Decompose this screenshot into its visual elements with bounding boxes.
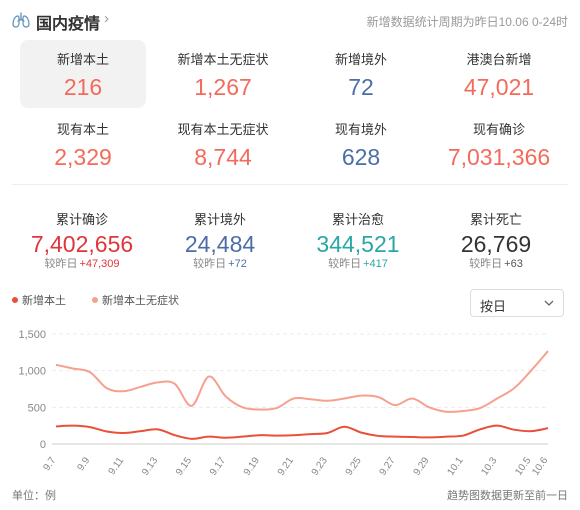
x-tick-label: 10.6 [530,455,550,478]
cumulative-recovered: 累计治愈 344,521 较昨日 +417 [288,212,428,271]
cumulative-deaths: 累计死亡 26,769 较昨日 +63 [426,212,566,271]
update-note: 趋势图数据更新至前一日 [447,490,568,502]
x-tick-label: 10.3 [479,455,499,478]
cumulative-delta: 较昨日 +63 [426,257,566,271]
stat-new-local-asymptomatic[interactable]: 新增本土无症状 1,267 [160,40,286,108]
cumulative-value: 7,402,656 [30,231,134,257]
x-tick-label: 9.9 [75,455,92,473]
x-tick-label: 9.17 [208,455,228,478]
statistics-period: 新增数据统计周期为昨日10.06 0-24时 [366,15,568,29]
delta-value: +63 [504,258,523,270]
legend-dot [12,297,18,304]
legend-label: 新增本土无症状 [102,295,179,307]
section-title: 国内疫情 [36,16,101,33]
y-tick-label: 1,000 [18,366,46,378]
x-tick-label: 9.23 [310,455,330,478]
cumulative-value: 24,484 [184,231,256,257]
delta-label: 较昨日 [44,258,78,270]
stat-value: 8,744 [194,144,252,170]
legend-item-new-asymptomatic[interactable]: 新增本土无症状 [92,292,179,308]
stat-current-confirmed[interactable]: 现有确诊 7,031,366 [436,110,562,178]
stat-label: 新增境外 [334,52,387,67]
y-tick-label: 1,500 [18,329,46,341]
stat-value: 1,267 [194,74,252,100]
series-line-new-local [55,424,549,440]
cumulative-label: 累计境外 [193,212,246,227]
stat-label: 新增本土无症状 [177,52,269,67]
stat-new-local[interactable]: 新增本土 216 [20,40,146,108]
delta-value: +417 [363,258,388,270]
lungs-icon [12,12,30,28]
x-tick-label: 9.27 [378,455,398,478]
cumulative-delta: 较昨日 +417 [288,257,428,271]
stat-label: 现有本土 [56,122,109,137]
cumulative-imported: 累计境外 24,484 较昨日 +72 [150,212,290,271]
cumulative-value: 344,521 [316,231,400,257]
stat-label: 港澳台新增 [466,52,532,67]
stat-current-local-asymptomatic[interactable]: 现有本土无症状 8,744 [160,110,286,178]
series-line-new-asymptomatic [55,350,549,413]
x-tick-label: 10.1 [445,455,465,478]
stat-label: 新增本土 [56,52,109,67]
x-tick-label: 9.19 [242,455,262,478]
y-tick-label: 0 [40,439,46,451]
legend-dot [92,297,98,304]
cumulative-delta: 较昨日 +72 [150,257,290,271]
x-tick-label: 9.7 [41,455,58,473]
delta-label: 较昨日 [328,258,362,270]
x-tick-label: 9.25 [344,455,364,478]
x-tick-label: 9.21 [276,455,296,478]
period-select[interactable]: 按日 [470,289,564,317]
divider [12,184,568,185]
stat-value: 7,031,366 [447,144,551,170]
stat-current-imported[interactable]: 现有境外 628 [298,110,424,178]
cumulative-confirmed: 累计确诊 7,402,656 较昨日 +47,309 [12,212,152,271]
stat-label: 现有境外 [334,122,387,137]
cumulative-label: 累计死亡 [469,212,522,227]
x-tick-label: 9.11 [107,455,127,477]
stat-current-local[interactable]: 现有本土 2,329 [20,110,146,178]
stat-value: 216 [63,74,103,100]
cumulative-label: 累计确诊 [55,212,108,227]
cumulative-value: 26,769 [460,231,532,257]
stat-new-imported[interactable]: 新增境外 72 [298,40,424,108]
stat-value: 2,329 [54,144,112,170]
chevron-down-icon [544,300,554,306]
x-tick-label: 9.13 [140,455,160,478]
x-tick-label: 10.5 [513,455,533,478]
legend-item-new-local[interactable]: 新增本土 [12,292,66,308]
unit-label: 单位：例 [12,490,56,502]
stat-label: 现有确诊 [472,122,525,137]
select-value: 按日 [480,299,507,314]
stat-new-hk-macao-taiwan[interactable]: 港澳台新增 47,021 [436,40,562,108]
delta-value: +72 [228,258,247,270]
section-header[interactable]: 国内疫情 › 新增数据统计周期为昨日10.06 0-24时 [12,8,568,33]
stat-value: 628 [341,144,381,170]
cumulative-delta: 较昨日 +47,309 [12,257,152,271]
delta-label: 较昨日 [469,258,503,270]
stat-label: 现有本土无症状 [177,122,269,137]
x-tick-label: 9.29 [412,455,432,478]
cumulative-label: 累计治愈 [331,212,384,227]
legend-label: 新增本土 [22,295,66,307]
x-tick-label: 9.15 [174,455,194,478]
stat-value: 72 [348,74,374,100]
y-tick-label: 500 [28,402,46,414]
delta-label: 较昨日 [193,258,227,270]
chevron-right-icon[interactable]: › [104,10,109,27]
delta-value: +47,309 [79,258,120,270]
trend-chart: 0 500 1,000 1,500 9.7 9.9 9.11 9.13 9.15 9.17 9.19… [18,329,550,478]
stat-value: 47,021 [463,74,535,100]
